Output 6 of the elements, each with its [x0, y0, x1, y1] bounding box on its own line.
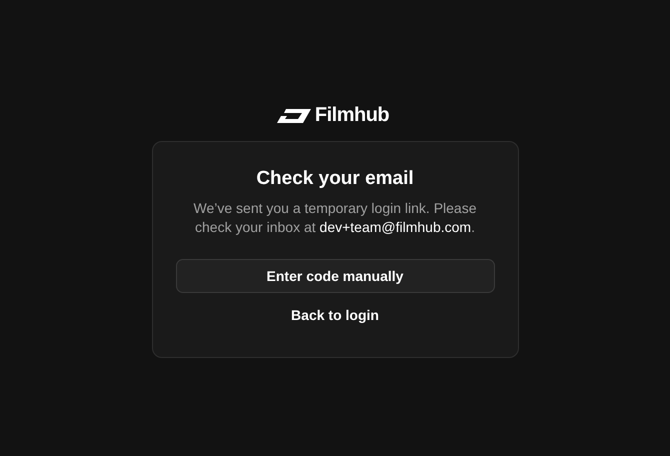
logo-name: Filmhub	[314, 104, 390, 127]
enter-code-button[interactable]: Enter code manually	[176, 259, 494, 293]
title: Check your email	[256, 168, 414, 190]
message: We’ve sent you a temporary login link. Please check your inbox at dev+team@filmhub.com.	[192, 199, 478, 237]
logo-icon	[276, 108, 311, 122]
back-link[interactable]: Back to login	[287, 303, 383, 327]
